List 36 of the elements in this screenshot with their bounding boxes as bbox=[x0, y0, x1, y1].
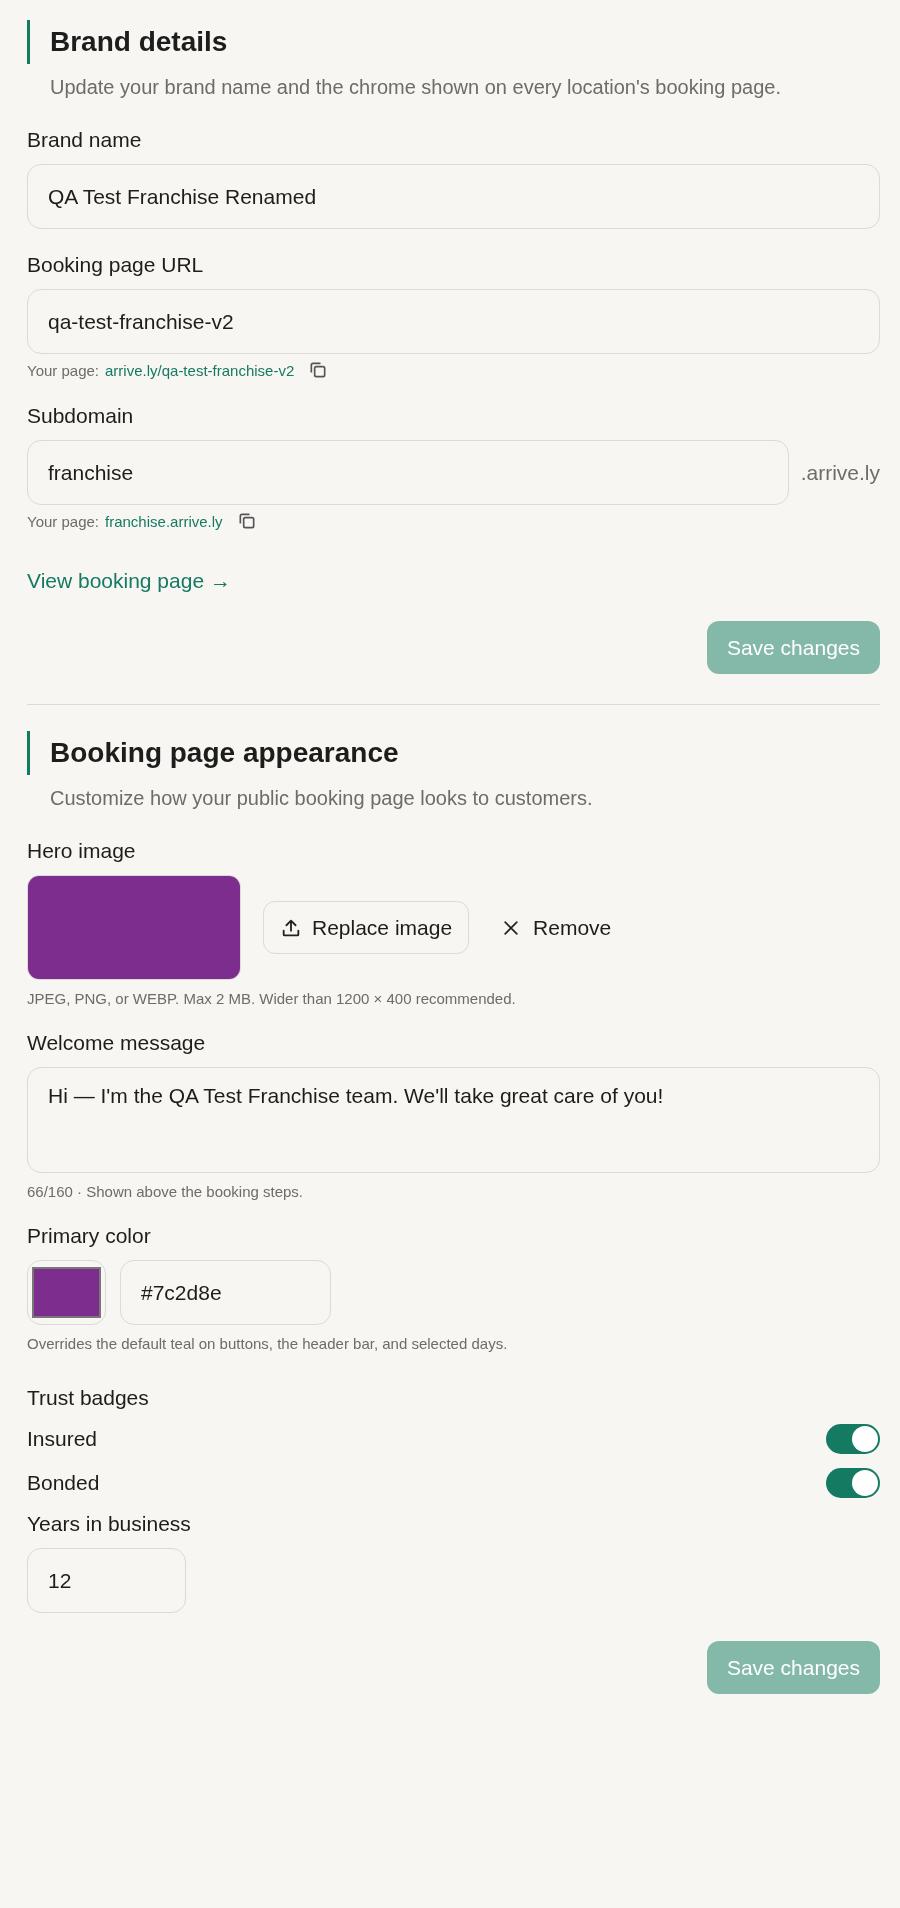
toggle-switch[interactable] bbox=[826, 1468, 880, 1498]
hint-text: Your page: bbox=[27, 361, 99, 379]
input-field[interactable]: QA Test Franchise Renamed bbox=[27, 164, 880, 229]
copy-icon bbox=[308, 360, 329, 380]
section-subtitle: Update your brand name and the chrome shown on every location's booking page. bbox=[50, 75, 782, 100]
group-heading: Trust badges bbox=[27, 1386, 150, 1410]
field-label: Primary color bbox=[27, 1224, 152, 1248]
section-subtitle: Customize how your public booking page looks to customers. bbox=[50, 786, 594, 811]
page-link[interactable]: franchise.arrive.ly bbox=[105, 512, 223, 530]
toggle-label: Insured bbox=[27, 1427, 98, 1451]
toggle-label: Bonded bbox=[27, 1471, 100, 1495]
message-field[interactable]: Hi — I'm the QA Test Franchise team. We'll take great care of you! bbox=[27, 1067, 880, 1173]
toggle-switch[interactable] bbox=[826, 1424, 880, 1454]
input-field[interactable]: franchise bbox=[27, 440, 789, 505]
domain-suffix: .arrive.ly bbox=[800, 460, 880, 485]
section-title: Brand details bbox=[50, 25, 229, 59]
section-title: Booking page appearance bbox=[50, 736, 400, 770]
view-booking-link[interactable]: View booking page → bbox=[27, 569, 231, 592]
hint-text: JPEG, PNG, or WEBP. Max 2 MB. Wider than 1200 × 400 recommended. bbox=[27, 990, 517, 1007]
input-field[interactable]: #7c2d8e bbox=[120, 1260, 331, 1325]
input-field[interactable]: 12 bbox=[27, 1548, 186, 1613]
input-field[interactable]: qa-test-franchise-v2 bbox=[27, 289, 880, 354]
remove-button[interactable]: Remove bbox=[491, 915, 622, 940]
page-link[interactable]: arrive.ly/qa-test-franchise-v2 bbox=[105, 361, 295, 379]
field-label: Welcome message bbox=[27, 1031, 207, 1055]
field-label: Brand name bbox=[27, 128, 143, 152]
field-label: Subdomain bbox=[27, 404, 135, 428]
replace-image-button[interactable]: Replace image bbox=[263, 901, 470, 954]
field-label: Hero image bbox=[27, 839, 137, 863]
hint-text: 66/160 · Shown above the booking steps. bbox=[27, 1183, 305, 1200]
copy-button[interactable] bbox=[308, 360, 329, 380]
field-label: Booking page URL bbox=[27, 253, 205, 277]
field-label: Years in business bbox=[27, 1512, 192, 1536]
color-swatch[interactable] bbox=[27, 1260, 106, 1325]
hint-text: Overrides the default teal on buttons, the header bar, and selected days. bbox=[27, 1335, 509, 1352]
hint-text: Your page: bbox=[27, 512, 99, 530]
